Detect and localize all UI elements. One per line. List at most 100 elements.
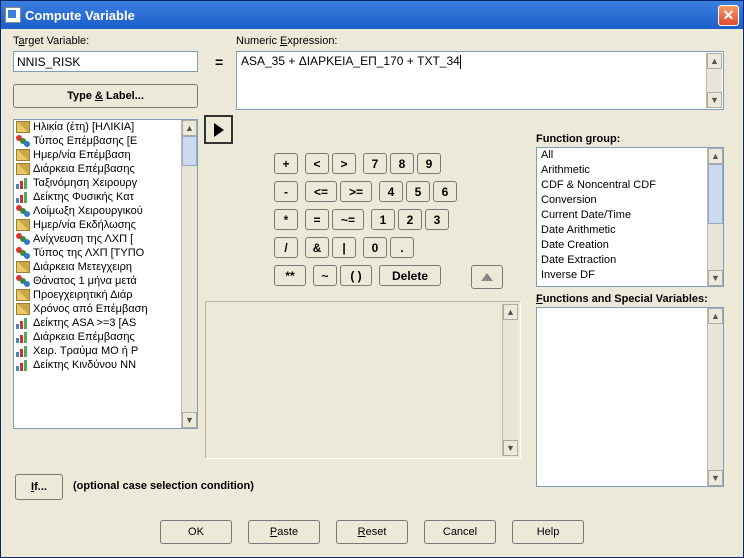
variable-label: Ηλικία (έτη) [ΗΛΙΚΙΑ] [33, 121, 134, 133]
variable-list-item[interactable]: Δείκτης ASA >=3 [AS [14, 316, 181, 330]
function-group-item[interactable]: Date Arithmetic [537, 223, 707, 238]
variable-list-item[interactable]: Ταξινόμηση Χειρουργ [14, 176, 181, 190]
variable-label: Ημερ/νία Επέμβαση [33, 149, 131, 161]
function-group-item[interactable]: All [537, 148, 707, 163]
target-variable-input[interactable] [13, 51, 198, 72]
help-button[interactable]: Help [512, 520, 584, 544]
keypad--button[interactable]: * [274, 209, 298, 230]
keypad--button[interactable]: ( ) [340, 265, 372, 286]
description-scrollbar[interactable]: ▲ ▼ [502, 304, 518, 456]
expression-scrollbar[interactable]: ▲ ▼ [706, 53, 722, 108]
keypad--button[interactable]: = [305, 209, 329, 230]
ok-button[interactable]: OK [160, 520, 232, 544]
function-group-item[interactable]: Arithmetic [537, 163, 707, 178]
variable-list-item[interactable]: Ηλικία (έτη) [ΗΛΙΚΙΑ] [14, 120, 181, 134]
variable-list-item[interactable]: Ανίχνευση της ΛΧΠ [ [14, 232, 181, 246]
equals-sign: = [215, 54, 223, 70]
scroll-down-icon[interactable]: ▼ [708, 270, 723, 286]
keypad--button[interactable]: > [332, 153, 356, 174]
keypad--button[interactable]: ~ [313, 265, 337, 286]
varlist-scrollbar[interactable]: ▲ ▼ [181, 120, 197, 428]
scroll-up-icon[interactable]: ▲ [708, 308, 723, 324]
function-group-item[interactable]: Inverse DF [537, 268, 707, 283]
variable-list-item[interactable]: Διάρκεια Επέμβασης [14, 162, 181, 176]
keypad--button[interactable]: | [332, 237, 356, 258]
keypad--button[interactable]: + [274, 153, 298, 174]
keypad--button[interactable]: ~= [332, 209, 364, 230]
scroll-down-icon[interactable]: ▼ [707, 92, 722, 108]
move-to-expression-button[interactable] [204, 115, 233, 144]
keypad-4-button[interactable]: 4 [379, 181, 403, 202]
keypad--button[interactable]: & [305, 237, 329, 258]
close-button[interactable]: ✕ [718, 5, 739, 26]
variable-list-item[interactable]: Τύπος Επέμβασης [E [14, 134, 181, 148]
keypad--button[interactable]: >= [340, 181, 372, 202]
variable-label: Χειρ. Τραύμα ΜΟ ή Ρ [33, 345, 138, 357]
type-and-label-button[interactable]: Type & Label... [13, 84, 198, 108]
variable-list-item[interactable]: Διάρκεια Μετεγχειρη [14, 260, 181, 274]
keypad--button[interactable]: - [274, 181, 298, 202]
scroll-up-icon[interactable]: ▲ [707, 53, 722, 69]
scrollbar-thumb[interactable] [708, 164, 723, 224]
function-group-item[interactable]: CDF & Noncentral CDF [537, 178, 707, 193]
variable-list-item[interactable]: Προεγχειρητική Διάρ [14, 288, 181, 302]
move-to-functions-button[interactable] [471, 265, 503, 289]
keypad--button[interactable]: < [305, 153, 329, 174]
variable-list[interactable]: Ηλικία (έτη) [ΗΛΙΚΙΑ] Τύπος Επέμβασης [E Η… [13, 119, 198, 429]
keypad--button[interactable]: ** [274, 265, 306, 286]
keypad-8-button[interactable]: 8 [390, 153, 414, 174]
keypad-5-button[interactable]: 5 [406, 181, 430, 202]
variable-list-item[interactable]: Δείκτης Κινδύνου NN [14, 358, 181, 372]
keypad-1-button[interactable]: 1 [371, 209, 395, 230]
functions-scrollbar[interactable]: ▲ ▼ [707, 308, 723, 486]
scroll-up-icon[interactable]: ▲ [708, 148, 723, 164]
function-group-list[interactable]: AllArithmeticCDF & Noncentral CDFConvers… [536, 147, 724, 287]
variable-list-item[interactable]: Λοίμωξη Χειρουργικού [14, 204, 181, 218]
circles-icon [16, 135, 30, 147]
keypad-6-button[interactable]: 6 [433, 181, 457, 202]
scroll-up-icon[interactable]: ▲ [503, 304, 518, 320]
variable-label: Τύπος Επέμβασης [E [33, 135, 137, 147]
keypad-3-button[interactable]: 3 [425, 209, 449, 230]
cancel-button[interactable]: Cancel [424, 520, 496, 544]
titlebar[interactable]: Compute Variable ✕ [1, 1, 743, 29]
bars-icon [16, 345, 30, 357]
arrow-up-icon [481, 273, 493, 281]
keypad--button[interactable]: . [390, 237, 414, 258]
function-group-item[interactable]: Date Extraction [537, 253, 707, 268]
if-button[interactable]: If... [15, 474, 63, 500]
variable-list-item[interactable]: Διάρκεια Επέμβασης [14, 330, 181, 344]
paste-button[interactable]: Paste [248, 520, 320, 544]
function-group-item[interactable]: Current Date/Time [537, 208, 707, 223]
scrollbar-thumb[interactable] [182, 136, 197, 166]
variable-label: Ανίχνευση της ΛΧΠ [ [33, 233, 133, 245]
circles-icon [16, 247, 30, 259]
variable-list-item[interactable]: Ημερ/νία Επέμβαση [14, 148, 181, 162]
scroll-up-icon[interactable]: ▲ [182, 120, 197, 136]
variable-list-item[interactable]: Χρόνος από Επέμβαση [14, 302, 181, 316]
function-group-item[interactable]: Conversion [537, 193, 707, 208]
scroll-down-icon[interactable]: ▼ [708, 470, 723, 486]
variable-list-item[interactable]: Θάνατος 1 μήνα μετά [14, 274, 181, 288]
function-group-item[interactable]: Date Creation [537, 238, 707, 253]
keypad-9-button[interactable]: 9 [417, 153, 441, 174]
keypad-0-button[interactable]: 0 [363, 237, 387, 258]
variable-label: Ταξινόμηση Χειρουργ [33, 177, 137, 189]
variable-list-item[interactable]: Χειρ. Τραύμα ΜΟ ή Ρ [14, 344, 181, 358]
variable-list-item[interactable]: Ημερ/νία Εκδήλωσης [14, 218, 181, 232]
variable-list-item[interactable]: Τύπος της ΛΧΠ [ΤΥΠΟ [14, 246, 181, 260]
keypad--button[interactable]: / [274, 237, 298, 258]
fgroup-scrollbar[interactable]: ▲ ▼ [707, 148, 723, 286]
variable-label: Διάρκεια Επέμβασης [33, 331, 135, 343]
variable-list-item[interactable]: Δείκτης Φυσικής Κατ [14, 190, 181, 204]
functions-list[interactable]: ▲ ▼ [536, 307, 724, 487]
scroll-down-icon[interactable]: ▼ [503, 440, 518, 456]
numeric-expression-input[interactable]: ASA_35 + ΔΙΑΡΚΕΙΑ_ΕΠ_170 + TXT_34 ▲ ▼ [236, 51, 724, 110]
keypad-delete-button[interactable]: Delete [379, 265, 441, 286]
keypad--button[interactable]: <= [305, 181, 337, 202]
keypad-2-button[interactable]: 2 [398, 209, 422, 230]
reset-button[interactable]: Reset [336, 520, 408, 544]
scroll-down-icon[interactable]: ▼ [182, 412, 197, 428]
keypad-7-button[interactable]: 7 [363, 153, 387, 174]
ruler-icon [16, 163, 30, 175]
